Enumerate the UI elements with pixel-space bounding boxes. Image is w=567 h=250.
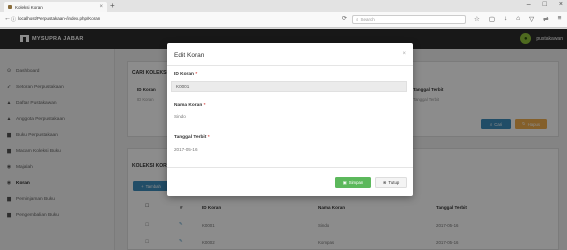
minimize-button[interactable]: – bbox=[527, 1, 531, 8]
browser-tab[interactable]: Koleksi Koran × bbox=[4, 2, 107, 12]
required-mark: * bbox=[207, 135, 210, 140]
required-mark: * bbox=[195, 72, 198, 77]
share-icon[interactable]: ⇌ bbox=[543, 15, 548, 23]
tab-close-icon[interactable]: × bbox=[99, 4, 103, 10]
browser-tabbar: Koleksi Koran × + – □ × bbox=[0, 0, 567, 12]
required-mark: * bbox=[203, 103, 206, 108]
close-circle-icon: ⊗ bbox=[382, 179, 387, 185]
id-koran-input[interactable]: K0001 bbox=[171, 81, 407, 92]
close-window-button[interactable]: × bbox=[559, 1, 563, 8]
save-button-label: Simpan bbox=[348, 180, 364, 185]
field-id-label-text: ID Koran bbox=[174, 72, 194, 77]
browser-toolbar: ☆ ▢ ↓ ⌂ ▽ ⇌ ≡ bbox=[474, 15, 561, 23]
reload-icon[interactable]: ⟳ bbox=[342, 15, 347, 22]
modal-title: Edit Koran bbox=[174, 52, 205, 59]
menu-icon[interactable]: ≡ bbox=[558, 15, 562, 23]
edit-koran-modal: Edit Koran × ID Koran * K0001 Nama Koran… bbox=[167, 43, 413, 196]
browser-navbar: ← ⓘ localhost/Perpustakaan-/index.php/Ko… bbox=[0, 12, 567, 28]
home-icon[interactable]: ⌂ bbox=[516, 15, 520, 23]
bookmark-star-icon[interactable]: ☆ bbox=[474, 15, 480, 23]
field-nama-label: Nama Koran * bbox=[174, 103, 205, 108]
reading-list-icon[interactable]: ▢ bbox=[489, 15, 495, 23]
tab-title: Koleksi Koran bbox=[15, 4, 43, 10]
browser-search-input[interactable]: ⌕ Search bbox=[352, 15, 466, 24]
window-controls: – □ × bbox=[527, 1, 563, 8]
search-icon: ⌕ bbox=[356, 17, 359, 22]
nama-koran-input[interactable]: Sindo bbox=[174, 114, 186, 119]
modal-header-divider bbox=[167, 65, 413, 66]
back-icon[interactable]: ← bbox=[4, 15, 11, 22]
info-icon[interactable]: ⓘ bbox=[11, 16, 16, 23]
tanggal-terbit-input[interactable]: 2017-05-16 bbox=[174, 147, 198, 152]
field-id-label: ID Koran * bbox=[174, 72, 197, 77]
field-tanggal-label-text: Tanggal Terbit bbox=[174, 135, 207, 140]
favicon-icon bbox=[8, 5, 12, 9]
field-tanggal-label: Tanggal Terbit * bbox=[174, 135, 210, 140]
save-icon: ▣ bbox=[342, 179, 347, 185]
close-button[interactable]: ⊗ Tutup bbox=[375, 177, 407, 188]
close-button-label: Tutup bbox=[388, 180, 400, 185]
search-placeholder: Search bbox=[360, 17, 375, 22]
new-tab-button[interactable]: + bbox=[110, 1, 115, 10]
address-bar[interactable]: localhost/Perpustakaan-/index.php/Koran bbox=[18, 16, 100, 21]
field-nama-label-text: Nama Koran bbox=[174, 103, 203, 108]
save-button[interactable]: ▣ Simpan bbox=[335, 177, 371, 188]
maximize-button[interactable]: □ bbox=[543, 1, 547, 8]
download-icon[interactable]: ↓ bbox=[504, 15, 507, 23]
pocket-icon[interactable]: ▽ bbox=[529, 15, 534, 23]
close-icon[interactable]: × bbox=[402, 51, 406, 57]
modal-footer-divider bbox=[167, 167, 413, 168]
